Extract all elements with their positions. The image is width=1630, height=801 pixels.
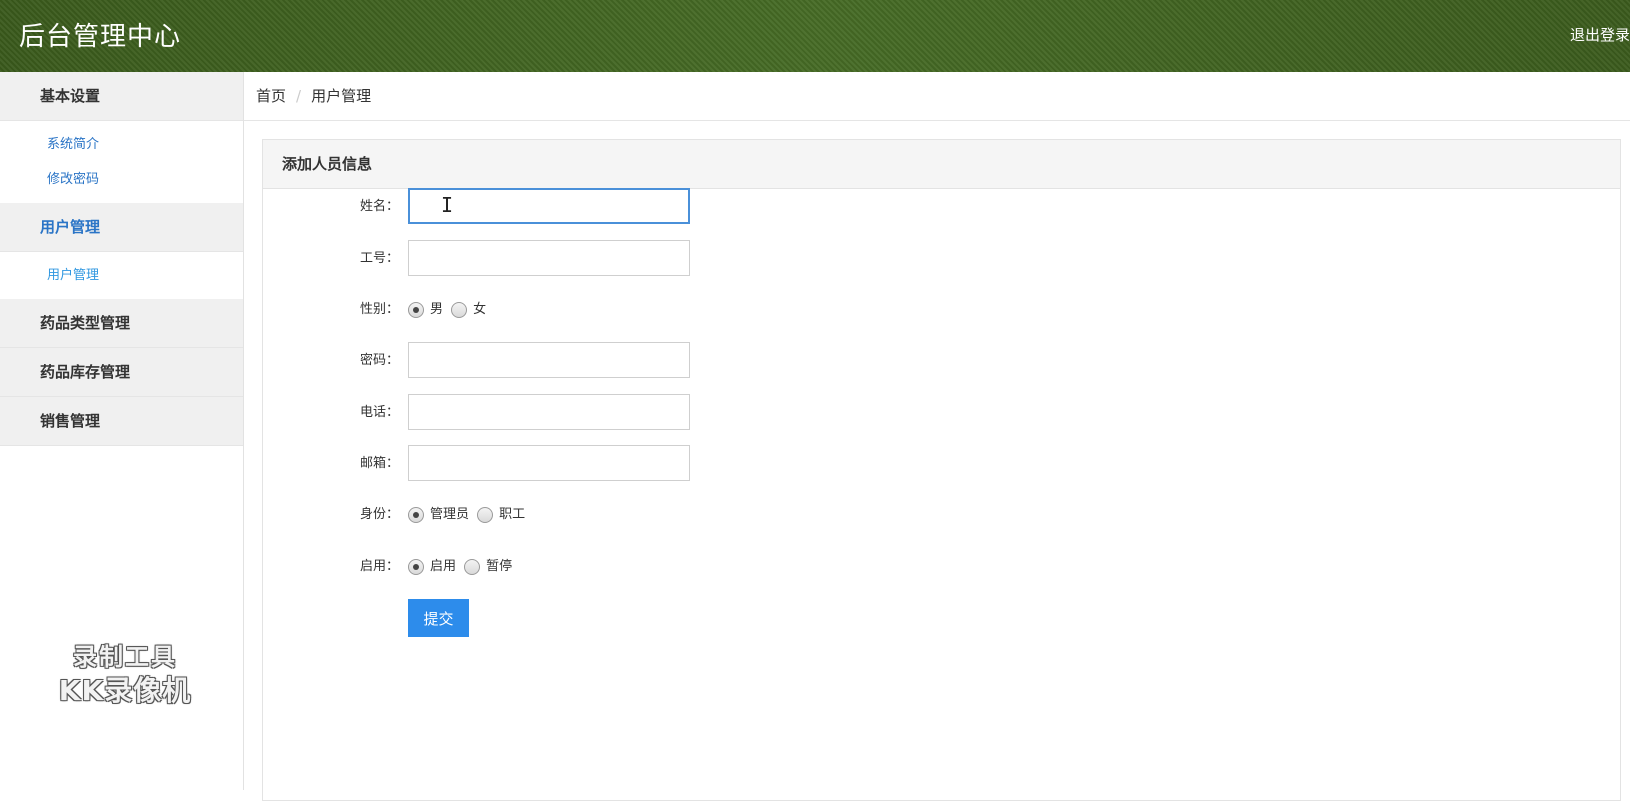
recorder-watermark: 录制工具 KK录像机 <box>40 640 210 708</box>
gender-radio-group: 男 女 <box>408 290 490 330</box>
form-row-employee-id: 工号： <box>263 239 963 279</box>
sidebar-item-user-management[interactable]: 用户管理 <box>0 258 243 293</box>
employee-id-input[interactable] <box>408 240 690 276</box>
form-row-enable: 启用： 启用 暂停 <box>263 547 963 587</box>
form-row-role: 身份： 管理员 职工 <box>263 495 963 535</box>
sidebar-submenu-basic-settings: 系统简介 修改密码 <box>0 121 243 203</box>
role-admin-radio[interactable] <box>408 507 424 523</box>
name-label: 姓名： <box>359 199 399 214</box>
breadcrumb-separator: / <box>296 87 302 105</box>
sidebar-group-sales[interactable]: 销售管理 <box>0 397 243 446</box>
role-label: 身份： <box>359 507 399 522</box>
gender-male-radio[interactable] <box>408 302 424 318</box>
form-row-email: 邮箱： <box>263 444 963 484</box>
enable-label: 启用： <box>359 559 399 574</box>
gender-male-label: 男 <box>430 302 444 317</box>
add-user-panel: 添加人员信息 姓名： I 工号： 性别： 男 女 密码： 电话： 邮箱： 身份：… <box>262 139 1621 801</box>
top-header: 后台管理中心 退出登录 <box>0 0 1630 72</box>
role-staff-radio[interactable] <box>477 507 494 523</box>
breadcrumb: 首页 / 用户管理 <box>244 72 1630 121</box>
gender-female-radio[interactable] <box>451 302 468 318</box>
form-row-name: 姓名： I <box>263 187 963 227</box>
role-admin-label: 管理员 <box>430 507 470 522</box>
logout-link[interactable]: 退出登录 <box>1570 24 1630 45</box>
gender-female-label: 女 <box>473 302 487 317</box>
phone-label: 电话： <box>359 405 399 420</box>
sidebar-item-change-password[interactable]: 修改密码 <box>0 162 243 197</box>
form-row-phone: 电话： <box>263 393 963 433</box>
sidebar-group-drug-type[interactable]: 药品类型管理 <box>0 299 243 348</box>
gender-label: 性别： <box>359 302 399 317</box>
password-label: 密码： <box>359 353 399 368</box>
form-row-gender: 性别： 男 女 <box>263 290 963 330</box>
email-label: 邮箱： <box>359 456 399 471</box>
password-input[interactable] <box>408 342 690 378</box>
text-cursor-icon: I <box>441 193 454 217</box>
enable-pause-radio[interactable] <box>464 559 481 575</box>
role-radio-group: 管理员 职工 <box>408 495 529 535</box>
sidebar-group-drug-stock[interactable]: 药品库存管理 <box>0 348 243 397</box>
sidebar-group-basic-settings[interactable]: 基本设置 <box>0 72 243 121</box>
sidebar-group-user-management[interactable]: 用户管理 <box>0 203 243 252</box>
watermark-line-2: KK录像机 <box>58 674 192 707</box>
sidebar-submenu-user-management: 用户管理 <box>0 252 243 299</box>
form-row-submit: 提交 <box>263 599 963 639</box>
submit-button[interactable]: 提交 <box>408 599 469 637</box>
enable-on-radio[interactable] <box>408 559 424 575</box>
role-staff-label: 职工 <box>499 507 526 522</box>
form-row-password: 密码： <box>263 341 963 381</box>
enable-radio-group: 启用 暂停 <box>408 547 516 587</box>
phone-input[interactable] <box>408 394 690 430</box>
enable-pause-label: 暂停 <box>486 559 513 574</box>
enable-on-label: 启用 <box>430 559 457 574</box>
email-input[interactable] <box>408 445 690 481</box>
sidebar-item-system-intro[interactable]: 系统简介 <box>0 127 243 162</box>
watermark-line-1: 录制工具 <box>73 643 177 671</box>
employee-id-label: 工号： <box>359 251 399 266</box>
breadcrumb-current: 用户管理 <box>311 87 372 105</box>
app-title: 后台管理中心 <box>19 22 182 52</box>
breadcrumb-home[interactable]: 首页 <box>256 72 286 120</box>
panel-title: 添加人员信息 <box>263 140 1620 189</box>
